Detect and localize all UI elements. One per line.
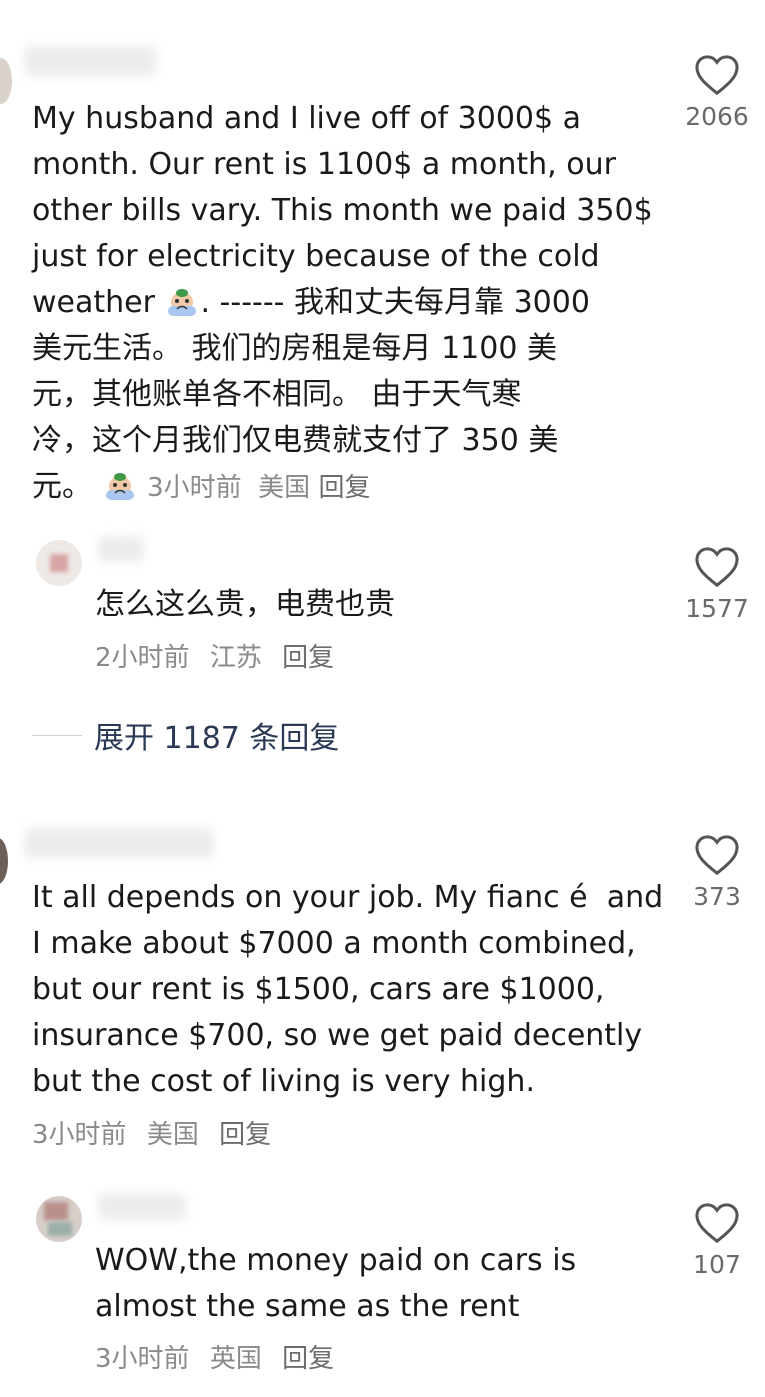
avatar[interactable] <box>0 58 12 104</box>
comment-time: 2小时前 <box>95 643 190 673</box>
reply-button[interactable]: 回复 <box>318 473 370 503</box>
expand-replies-label: 展开 1187 条回复 <box>94 721 340 756</box>
reply-button[interactable]: 回复 <box>282 1344 334 1374</box>
comment-text: My husband and I live off of 3000$ a mon… <box>32 101 653 504</box>
like-count: 373 <box>693 882 741 911</box>
like-button[interactable]: 1577 <box>672 546 762 623</box>
comment-time: 3小时前 <box>95 1344 190 1374</box>
avatar[interactable] <box>0 838 8 884</box>
like-count: 2066 <box>685 102 749 131</box>
avatar[interactable] <box>36 540 82 586</box>
comment-meta: 3小时前 英国 回复 <box>95 1342 346 1376</box>
comment-time: 3小时前 <box>32 1120 127 1150</box>
heart-icon <box>695 1203 739 1244</box>
reply-button[interactable]: 回复 <box>219 1120 271 1150</box>
heart-icon <box>695 547 739 588</box>
like-button[interactable]: 2066 <box>672 54 762 131</box>
heart-icon <box>695 55 739 96</box>
comment-text: WOW,the money paid on cars is almost the… <box>95 1243 577 1324</box>
reply-button[interactable]: 回复 <box>282 643 334 673</box>
comment-text: 怎么这么贵，电费也贵 <box>95 587 395 622</box>
like-button[interactable]: 107 <box>672 1202 762 1279</box>
like-count: 107 <box>693 1250 741 1279</box>
username-blurred[interactable] <box>24 46 156 76</box>
username-blurred[interactable] <box>24 828 214 858</box>
comment-location: 英国 <box>209 1344 262 1374</box>
comment-meta: 2小时前 江苏 回复 <box>95 641 346 675</box>
comment-meta: 3小时前 美国 回复 <box>32 1118 283 1152</box>
avatar[interactable] <box>36 1196 82 1242</box>
comment-time: 3小时前 <box>147 473 242 503</box>
username-blurred[interactable] <box>98 536 144 562</box>
like-count: 1577 <box>685 594 749 623</box>
comment-location: 美国 <box>146 1120 199 1150</box>
username-blurred[interactable] <box>98 1194 186 1220</box>
crying-face-icon <box>105 473 134 500</box>
comment-location: 美国 <box>258 473 311 503</box>
heart-icon <box>695 835 739 876</box>
divider <box>32 734 82 736</box>
like-button[interactable]: 373 <box>672 834 762 911</box>
crying-face-icon <box>168 289 197 316</box>
expand-replies-button[interactable]: 展开 1187 条回复 <box>32 712 339 758</box>
comment-location: 江苏 <box>209 643 262 673</box>
comment-text: It all depends on your job. My fianc é a… <box>32 880 664 1099</box>
